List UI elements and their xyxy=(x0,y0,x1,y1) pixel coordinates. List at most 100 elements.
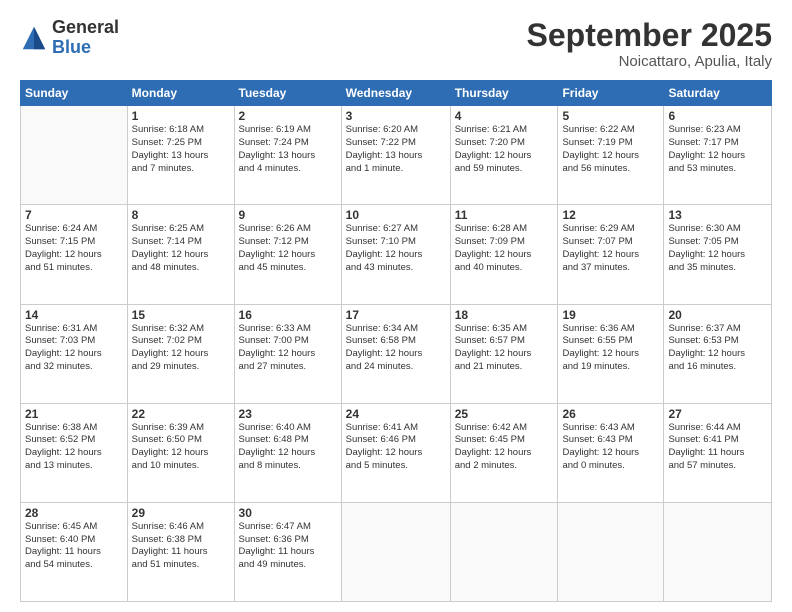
day-info: Sunrise: 6:46 AMSunset: 6:38 PMDaylight:… xyxy=(132,521,230,572)
day-number: 25 xyxy=(455,407,554,421)
day-number: 8 xyxy=(132,208,230,222)
calendar-cell xyxy=(21,106,128,205)
day-info: Sunrise: 6:35 AMSunset: 6:57 PMDaylight:… xyxy=(455,323,554,374)
day-info: Sunrise: 6:36 AMSunset: 6:55 PMDaylight:… xyxy=(562,323,659,374)
calendar-cell: 28Sunrise: 6:45 AMSunset: 6:40 PMDayligh… xyxy=(21,502,128,601)
day-info: Sunrise: 6:23 AMSunset: 7:17 PMDaylight:… xyxy=(668,124,767,175)
week-row-2: 14Sunrise: 6:31 AMSunset: 7:03 PMDayligh… xyxy=(21,304,772,403)
day-info: Sunrise: 6:32 AMSunset: 7:02 PMDaylight:… xyxy=(132,323,230,374)
day-number: 10 xyxy=(346,208,446,222)
calendar-cell xyxy=(450,502,558,601)
title-block: September 2025 Noicattaro, Apulia, Italy xyxy=(527,18,772,70)
day-number: 15 xyxy=(132,308,230,322)
calendar-cell: 7Sunrise: 6:24 AMSunset: 7:15 PMDaylight… xyxy=(21,205,128,304)
calendar-cell: 4Sunrise: 6:21 AMSunset: 7:20 PMDaylight… xyxy=(450,106,558,205)
calendar-cell: 27Sunrise: 6:44 AMSunset: 6:41 PMDayligh… xyxy=(664,403,772,502)
logo-blue-text: Blue xyxy=(52,37,91,57)
day-number: 22 xyxy=(132,407,230,421)
header: General Blue September 2025 Noicattaro, … xyxy=(20,18,772,70)
calendar-cell xyxy=(341,502,450,601)
week-row-1: 7Sunrise: 6:24 AMSunset: 7:15 PMDaylight… xyxy=(21,205,772,304)
calendar-cell: 17Sunrise: 6:34 AMSunset: 6:58 PMDayligh… xyxy=(341,304,450,403)
day-info: Sunrise: 6:21 AMSunset: 7:20 PMDaylight:… xyxy=(455,124,554,175)
weekday-header-tuesday: Tuesday xyxy=(234,81,341,106)
week-row-0: 1Sunrise: 6:18 AMSunset: 7:25 PMDaylight… xyxy=(21,106,772,205)
day-number: 5 xyxy=(562,109,659,123)
day-info: Sunrise: 6:44 AMSunset: 6:41 PMDaylight:… xyxy=(668,422,767,473)
day-info: Sunrise: 6:34 AMSunset: 6:58 PMDaylight:… xyxy=(346,323,446,374)
calendar-cell: 18Sunrise: 6:35 AMSunset: 6:57 PMDayligh… xyxy=(450,304,558,403)
weekday-header-friday: Friday xyxy=(558,81,664,106)
calendar-cell: 15Sunrise: 6:32 AMSunset: 7:02 PMDayligh… xyxy=(127,304,234,403)
day-number: 7 xyxy=(25,208,123,222)
calendar-cell: 2Sunrise: 6:19 AMSunset: 7:24 PMDaylight… xyxy=(234,106,341,205)
day-info: Sunrise: 6:39 AMSunset: 6:50 PMDaylight:… xyxy=(132,422,230,473)
calendar-cell: 12Sunrise: 6:29 AMSunset: 7:07 PMDayligh… xyxy=(558,205,664,304)
weekday-header-monday: Monday xyxy=(127,81,234,106)
day-number: 23 xyxy=(239,407,337,421)
calendar-cell: 10Sunrise: 6:27 AMSunset: 7:10 PMDayligh… xyxy=(341,205,450,304)
calendar-cell: 9Sunrise: 6:26 AMSunset: 7:12 PMDaylight… xyxy=(234,205,341,304)
day-info: Sunrise: 6:42 AMSunset: 6:45 PMDaylight:… xyxy=(455,422,554,473)
day-number: 12 xyxy=(562,208,659,222)
day-info: Sunrise: 6:29 AMSunset: 7:07 PMDaylight:… xyxy=(562,223,659,274)
calendar-cell: 25Sunrise: 6:42 AMSunset: 6:45 PMDayligh… xyxy=(450,403,558,502)
day-number: 20 xyxy=(668,308,767,322)
day-number: 18 xyxy=(455,308,554,322)
day-info: Sunrise: 6:30 AMSunset: 7:05 PMDaylight:… xyxy=(668,223,767,274)
calendar-cell xyxy=(664,502,772,601)
day-info: Sunrise: 6:22 AMSunset: 7:19 PMDaylight:… xyxy=(562,124,659,175)
day-info: Sunrise: 6:40 AMSunset: 6:48 PMDaylight:… xyxy=(239,422,337,473)
day-info: Sunrise: 6:27 AMSunset: 7:10 PMDaylight:… xyxy=(346,223,446,274)
week-row-4: 28Sunrise: 6:45 AMSunset: 6:40 PMDayligh… xyxy=(21,502,772,601)
day-info: Sunrise: 6:28 AMSunset: 7:09 PMDaylight:… xyxy=(455,223,554,274)
day-number: 9 xyxy=(239,208,337,222)
day-number: 27 xyxy=(668,407,767,421)
day-number: 6 xyxy=(668,109,767,123)
day-number: 1 xyxy=(132,109,230,123)
calendar-cell: 14Sunrise: 6:31 AMSunset: 7:03 PMDayligh… xyxy=(21,304,128,403)
calendar-cell: 6Sunrise: 6:23 AMSunset: 7:17 PMDaylight… xyxy=(664,106,772,205)
day-number: 4 xyxy=(455,109,554,123)
calendar-cell: 5Sunrise: 6:22 AMSunset: 7:19 PMDaylight… xyxy=(558,106,664,205)
day-info: Sunrise: 6:26 AMSunset: 7:12 PMDaylight:… xyxy=(239,223,337,274)
calendar-cell: 21Sunrise: 6:38 AMSunset: 6:52 PMDayligh… xyxy=(21,403,128,502)
weekday-header-sunday: Sunday xyxy=(21,81,128,106)
calendar-cell: 16Sunrise: 6:33 AMSunset: 7:00 PMDayligh… xyxy=(234,304,341,403)
week-row-3: 21Sunrise: 6:38 AMSunset: 6:52 PMDayligh… xyxy=(21,403,772,502)
weekday-header-thursday: Thursday xyxy=(450,81,558,106)
calendar-cell: 8Sunrise: 6:25 AMSunset: 7:14 PMDaylight… xyxy=(127,205,234,304)
day-number: 16 xyxy=(239,308,337,322)
calendar-cell: 29Sunrise: 6:46 AMSunset: 6:38 PMDayligh… xyxy=(127,502,234,601)
day-number: 2 xyxy=(239,109,337,123)
logo-general-text: General xyxy=(52,17,119,37)
month-title: September 2025 xyxy=(527,18,772,53)
day-number: 21 xyxy=(25,407,123,421)
day-info: Sunrise: 6:33 AMSunset: 7:00 PMDaylight:… xyxy=(239,323,337,374)
calendar-cell: 3Sunrise: 6:20 AMSunset: 7:22 PMDaylight… xyxy=(341,106,450,205)
day-number: 19 xyxy=(562,308,659,322)
logo-icon xyxy=(20,24,48,52)
day-info: Sunrise: 6:31 AMSunset: 7:03 PMDaylight:… xyxy=(25,323,123,374)
day-number: 14 xyxy=(25,308,123,322)
day-number: 26 xyxy=(562,407,659,421)
logo: General Blue xyxy=(20,18,119,58)
day-number: 17 xyxy=(346,308,446,322)
calendar-cell: 26Sunrise: 6:43 AMSunset: 6:43 PMDayligh… xyxy=(558,403,664,502)
calendar-cell: 19Sunrise: 6:36 AMSunset: 6:55 PMDayligh… xyxy=(558,304,664,403)
weekday-header-saturday: Saturday xyxy=(664,81,772,106)
calendar-cell xyxy=(558,502,664,601)
day-number: 24 xyxy=(346,407,446,421)
day-info: Sunrise: 6:18 AMSunset: 7:25 PMDaylight:… xyxy=(132,124,230,175)
day-info: Sunrise: 6:38 AMSunset: 6:52 PMDaylight:… xyxy=(25,422,123,473)
day-number: 11 xyxy=(455,208,554,222)
calendar-cell: 13Sunrise: 6:30 AMSunset: 7:05 PMDayligh… xyxy=(664,205,772,304)
day-info: Sunrise: 6:43 AMSunset: 6:43 PMDaylight:… xyxy=(562,422,659,473)
calendar-cell: 11Sunrise: 6:28 AMSunset: 7:09 PMDayligh… xyxy=(450,205,558,304)
calendar-cell: 20Sunrise: 6:37 AMSunset: 6:53 PMDayligh… xyxy=(664,304,772,403)
weekday-header-row: SundayMondayTuesdayWednesdayThursdayFrid… xyxy=(21,81,772,106)
calendar-cell: 22Sunrise: 6:39 AMSunset: 6:50 PMDayligh… xyxy=(127,403,234,502)
calendar-cell: 23Sunrise: 6:40 AMSunset: 6:48 PMDayligh… xyxy=(234,403,341,502)
calendar: SundayMondayTuesdayWednesdayThursdayFrid… xyxy=(20,80,772,602)
location-title: Noicattaro, Apulia, Italy xyxy=(527,53,772,70)
